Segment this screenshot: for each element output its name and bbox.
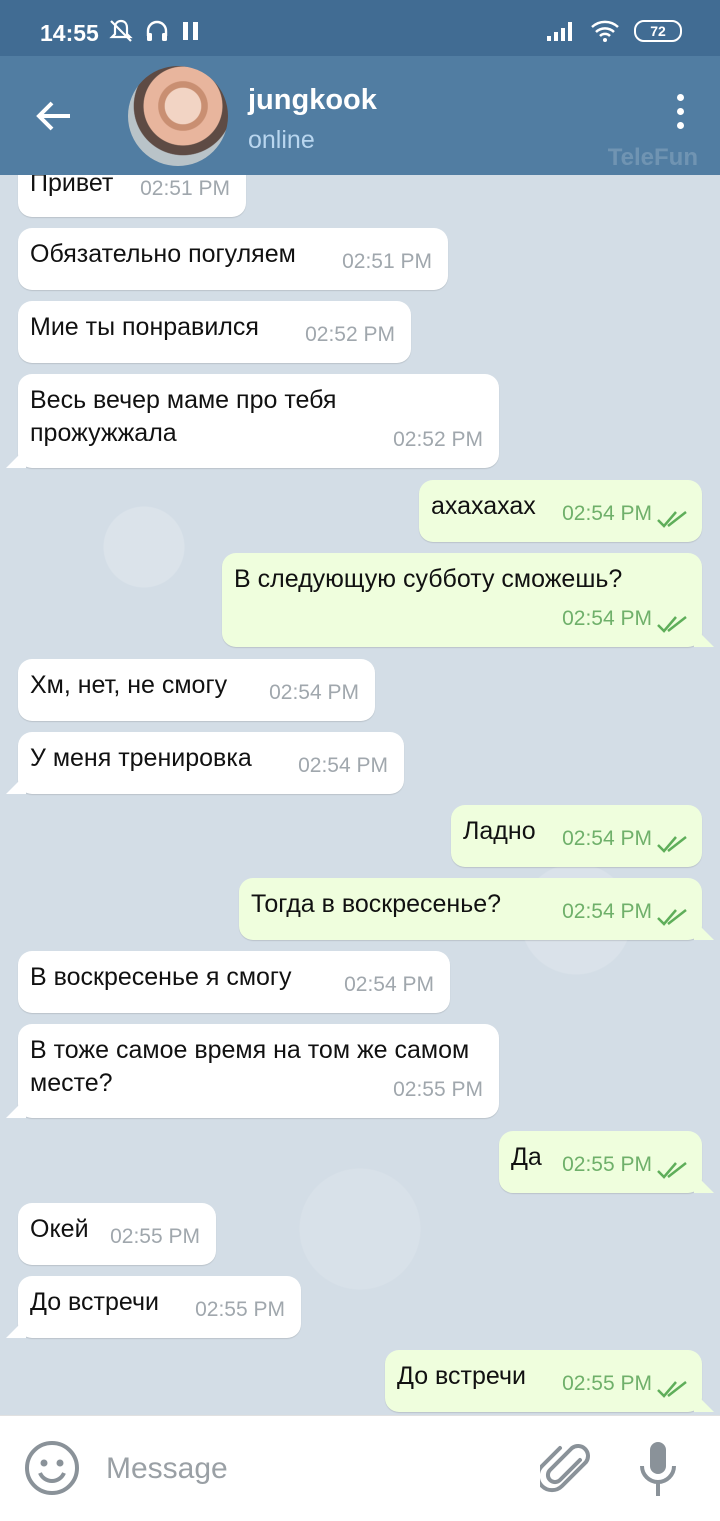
double-check-icon: [657, 616, 687, 633]
back-arrow-icon[interactable]: [30, 92, 78, 140]
contact-status: online: [248, 126, 315, 154]
incoming-message[interactable]: Весь вечер маме про тебя прожужжала 02:52…: [18, 374, 499, 468]
message-time: 02:54 PM: [562, 827, 652, 850]
message-time: 02:54 PM: [562, 607, 652, 630]
message-time: 02:54 PM: [344, 973, 434, 996]
emoji-icon[interactable]: [24, 1440, 80, 1496]
mute-icon: [109, 19, 133, 42]
incoming-message[interactable]: Обязательно погуляем 02:51 PM: [18, 228, 448, 290]
bubble-tail: [694, 1392, 714, 1412]
bubble-tail: [694, 920, 714, 940]
bubble-tail: [694, 627, 714, 647]
incoming-message[interactable]: Привет 02:51 PM: [18, 175, 246, 217]
outgoing-message[interactable]: Ладно 02:54 PM: [451, 805, 702, 867]
status-bar: 14:55 72: [0, 0, 720, 56]
incoming-message[interactable]: Мие ты понравился 02:52 PM: [18, 301, 411, 363]
incoming-message[interactable]: В воскресенье я смогу 02:54 PM: [18, 951, 450, 1013]
signal-icon: [547, 22, 572, 41]
message-input-bar: [0, 1415, 720, 1521]
outgoing-message[interactable]: В следующую субботу сможешь? 02:54 PM: [222, 553, 702, 647]
chat-header: jungkook online TeleFun: [0, 56, 720, 175]
outgoing-message[interactable]: До встречи 02:55 PM: [385, 1350, 702, 1412]
message-time: 02:55 PM: [393, 1078, 483, 1101]
message-time: 02:52 PM: [393, 428, 483, 451]
message-time: 02:52 PM: [305, 323, 395, 346]
incoming-message[interactable]: Хм, нет, не смогу 02:54 PM: [18, 659, 375, 721]
more-menu-icon[interactable]: [670, 94, 690, 140]
double-check-icon: [657, 909, 687, 926]
message-time: 02:55 PM: [562, 1153, 652, 1176]
double-check-icon: [657, 511, 687, 528]
microphone-icon[interactable]: [636, 1438, 680, 1500]
bubble-tail: [6, 1098, 26, 1118]
message-input[interactable]: [104, 1446, 508, 1492]
message-time: 02:54 PM: [562, 502, 652, 525]
message-time: 02:54 PM: [562, 900, 652, 923]
message-time: 02:55 PM: [562, 1372, 652, 1395]
pause-icon: [183, 22, 198, 40]
bubble-tail: [694, 1173, 714, 1193]
message-time: 02:55 PM: [110, 1225, 200, 1248]
status-time: 14:55: [40, 20, 99, 46]
status-icons-left: [108, 18, 202, 44]
bubble-tail: [6, 774, 26, 794]
incoming-message[interactable]: У меня тренировка 02:54 PM: [18, 732, 404, 794]
double-check-icon: [657, 1381, 687, 1398]
attach-icon[interactable]: [540, 1440, 594, 1498]
battery-icon: 72: [634, 20, 682, 42]
message-time: 02:55 PM: [195, 1298, 285, 1321]
contact-name[interactable]: jungkook: [248, 84, 377, 117]
double-check-icon: [657, 1162, 687, 1179]
bubble-tail: [6, 1318, 26, 1338]
watermark: TeleFun: [607, 144, 698, 171]
incoming-message[interactable]: Окей 02:55 PM: [18, 1203, 216, 1265]
message-list[interactable]: Привет 02:51 PM Обязательно погуляем 02:51 …: [0, 175, 720, 1415]
double-check-icon: [657, 836, 687, 853]
outgoing-message[interactable]: Да 02:55 PM: [499, 1131, 702, 1193]
wifi-icon: [591, 20, 619, 42]
contact-avatar[interactable]: [128, 66, 228, 166]
message-time: 02:51 PM: [342, 250, 432, 273]
message-text: В следующую субботу сможешь?: [234, 565, 623, 593]
message-time: 02:54 PM: [298, 754, 388, 777]
incoming-message[interactable]: В тоже самое время на том же самом месте…: [18, 1024, 499, 1118]
bubble-tail: [6, 448, 26, 468]
outgoing-message[interactable]: Тогда в воскресенье? 02:54 PM: [239, 878, 702, 940]
message-time: 02:54 PM: [269, 681, 359, 704]
outgoing-message[interactable]: ахахахах 02:54 PM: [419, 480, 702, 542]
headset-icon: [146, 20, 168, 41]
message-time: 02:51 PM: [140, 177, 230, 200]
incoming-message[interactable]: До встречи 02:55 PM: [18, 1276, 301, 1338]
status-icons-right: 72: [546, 20, 682, 42]
